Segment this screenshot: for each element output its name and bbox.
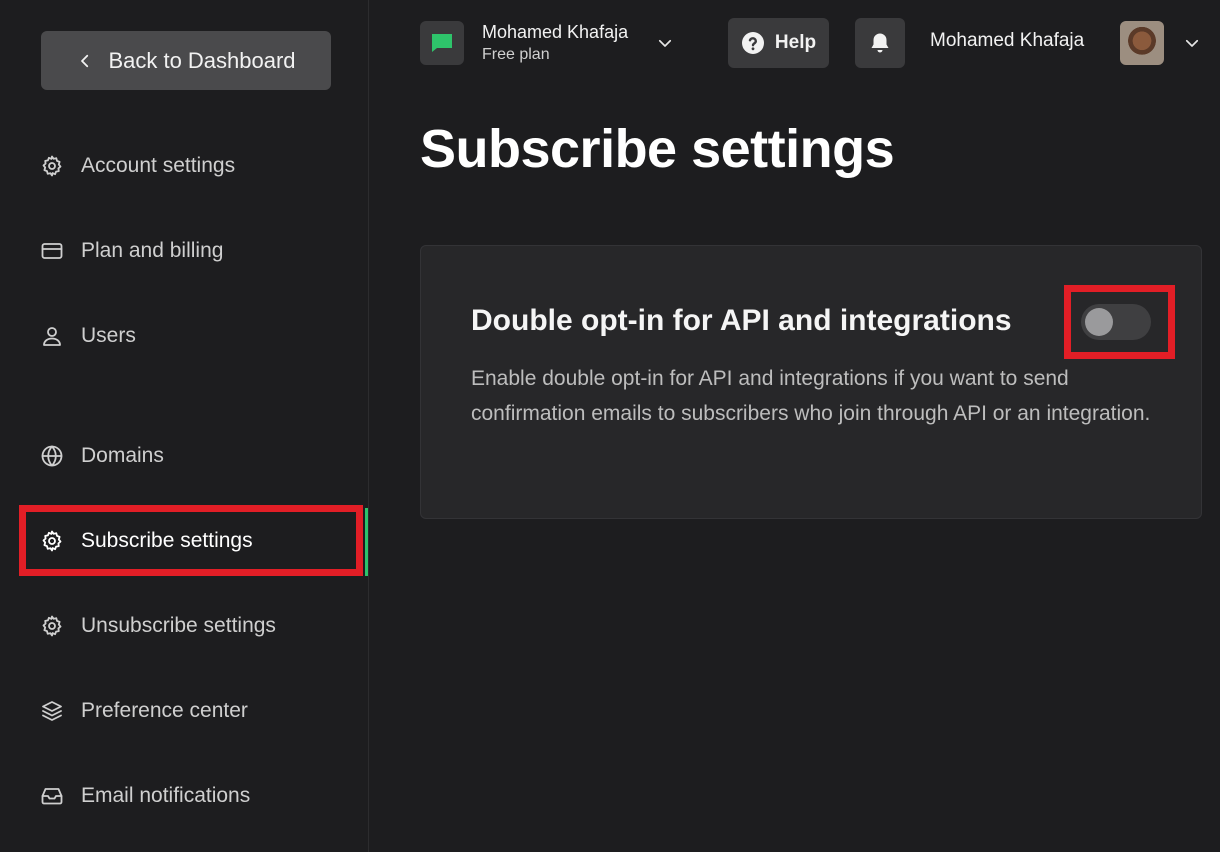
chevron-down-icon xyxy=(659,39,672,47)
back-to-dashboard-label: Back to Dashboard xyxy=(108,47,296,73)
sidebar-item-email-notifications[interactable]: Email notifications xyxy=(40,776,360,816)
gear-icon xyxy=(40,614,64,638)
gear-icon xyxy=(40,529,64,553)
card-description: Enable double opt-in for API and integra… xyxy=(471,367,1151,425)
sidebar-item-label: Plan and billing xyxy=(81,239,224,262)
sidebar-item-label: Users xyxy=(81,324,136,347)
sidebar-item-label: Email notifications xyxy=(81,784,251,807)
notifications-button[interactable] xyxy=(855,18,905,68)
sidebar-item-label: Unsubscribe settings xyxy=(81,614,276,637)
page-title: Subscribe settings xyxy=(420,119,895,179)
sidebar-item-preference-center[interactable]: Preference center xyxy=(40,691,360,731)
sidebar-item-unsubscribe-settings[interactable]: Unsubscribe settings xyxy=(40,606,360,646)
app: Back to Dashboard Account settings Plan … xyxy=(0,0,1220,852)
question-circle-icon xyxy=(741,32,764,54)
gear-icon xyxy=(40,154,64,178)
account-name: Mohamed Khafaja xyxy=(482,21,629,42)
sidebar-item-plan-and-billing[interactable]: Plan and billing xyxy=(40,231,360,271)
layers-icon xyxy=(40,699,64,723)
bell-icon xyxy=(871,33,889,53)
help-button[interactable]: Help xyxy=(728,18,829,68)
account-switcher[interactable]: Mohamed Khafaja Free plan xyxy=(420,18,674,68)
sidebar-item-account-settings[interactable]: Account settings xyxy=(40,146,360,186)
chevron-down-icon[interactable] xyxy=(1183,34,1201,52)
help-label: Help xyxy=(774,32,817,53)
sidebar-item-label: Account settings xyxy=(81,154,236,177)
chat-bubble-icon xyxy=(432,34,452,52)
account-logo xyxy=(420,21,464,65)
double-opt-in-toggle[interactable] xyxy=(1081,304,1151,340)
active-indicator xyxy=(365,508,368,576)
sidebar-item-domains[interactable]: Domains xyxy=(40,436,360,476)
account-text: Mohamed Khafaja Free plan xyxy=(482,22,628,65)
chevron-left-icon xyxy=(81,54,89,67)
sidebar-item-subscribe-settings[interactable]: Subscribe settings xyxy=(40,521,360,561)
globe-icon xyxy=(40,444,64,468)
user-name: Mohamed Khafaja xyxy=(930,30,1085,51)
sidebar: Back to Dashboard Account settings Plan … xyxy=(0,0,369,852)
sidebar-item-users[interactable]: Users xyxy=(40,316,360,356)
inbox-icon xyxy=(40,784,64,808)
credit-card-icon xyxy=(40,239,64,263)
sidebar-item-label: Preference center xyxy=(81,699,248,722)
user-icon xyxy=(40,324,64,348)
double-opt-in-card: Double opt-in for API and integrations E… xyxy=(420,245,1202,519)
back-to-dashboard-button[interactable]: Back to Dashboard xyxy=(41,31,331,90)
avatar[interactable] xyxy=(1120,21,1164,65)
toggle-knob xyxy=(1085,308,1113,336)
account-plan: Free plan xyxy=(482,46,550,64)
sidebar-item-label: Domains xyxy=(81,444,164,467)
sidebar-item-label: Subscribe settings xyxy=(81,529,253,552)
card-title: Double opt-in for API and integrations xyxy=(471,304,1012,337)
